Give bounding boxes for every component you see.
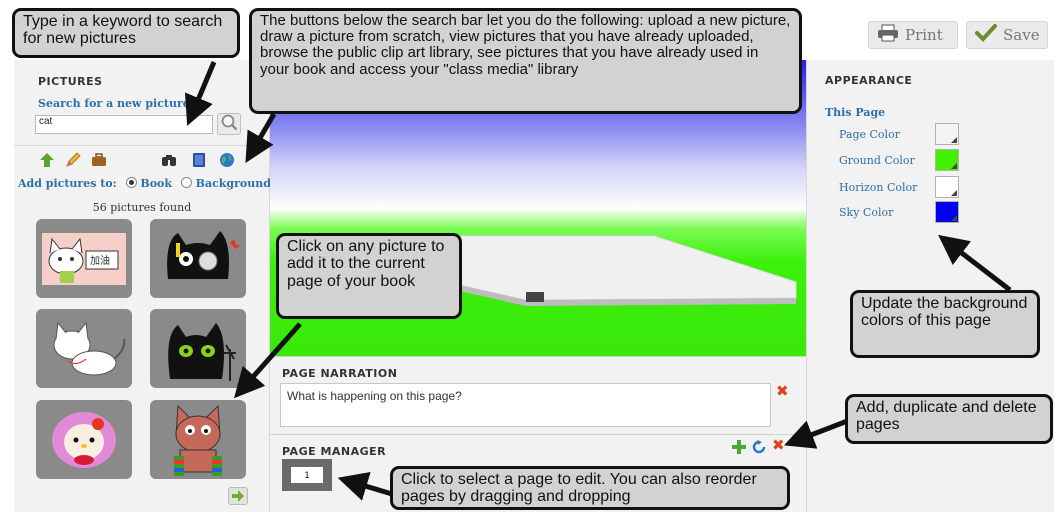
binoculars-icon[interactable] xyxy=(160,151,178,169)
print-label: Print xyxy=(905,26,943,44)
briefcase-icon[interactable] xyxy=(90,151,108,169)
appearance-title: APPEARANCE xyxy=(825,74,913,87)
pictures-title: PICTURES xyxy=(38,75,103,88)
search-button[interactable] xyxy=(217,113,241,135)
pictures-panel: PICTURES Search for a new picture cat Ad… xyxy=(14,60,271,512)
picture-thumbnail-1[interactable]: 加油 xyxy=(36,219,132,298)
click-picture-callout: Click on any picture to add it to the cu… xyxy=(276,233,462,319)
results-count: 56 pictures found xyxy=(92,201,192,214)
save-label: Save xyxy=(1003,26,1040,44)
book-icon[interactable] xyxy=(190,151,208,169)
picture-thumbnail-5[interactable] xyxy=(36,400,132,479)
page-manager-title: PAGE MANAGER xyxy=(282,445,387,458)
page-color-label: Page Color xyxy=(839,128,900,141)
horizon-color-swatch[interactable] xyxy=(935,176,959,198)
pencil-icon[interactable] xyxy=(64,151,82,169)
sky-color-swatch[interactable] xyxy=(935,201,959,223)
add-pictures-to-row: Add pictures to: Book Background xyxy=(18,177,271,190)
save-button[interactable]: Save xyxy=(966,21,1048,49)
page-thumbnail-1[interactable]: 1 xyxy=(282,459,332,491)
printer-icon xyxy=(877,24,899,46)
narration-textbox[interactable]: What is happening on this page? xyxy=(280,383,771,427)
update-colors-callout: Update the background colors of this pag… xyxy=(850,290,1040,358)
globe-icon[interactable] xyxy=(218,151,236,169)
picture-tools-row xyxy=(14,145,270,173)
print-button[interactable]: Print xyxy=(868,21,958,49)
magnifier-icon xyxy=(220,113,238,135)
sky-color-label: Sky Color xyxy=(839,206,894,219)
search-label: Search for a new picture xyxy=(38,97,190,110)
upload-arrow-icon[interactable] xyxy=(38,151,56,169)
sky-color-row: Sky Color xyxy=(839,201,1039,223)
next-page-button[interactable] xyxy=(228,487,248,505)
add-pages-callout: Add, duplicate and delete pages xyxy=(845,394,1053,444)
add-to-label: Add pictures to: xyxy=(18,177,117,190)
page-narration-title: PAGE NARRATION xyxy=(282,367,398,380)
checkmark-icon xyxy=(975,24,997,46)
book-radio[interactable] xyxy=(125,177,137,188)
background-option-label[interactable]: Background xyxy=(196,177,271,190)
add-page-icon[interactable] xyxy=(732,439,746,454)
appearance-panel: APPEARANCE This Page Page Color Ground C… xyxy=(806,60,1054,512)
this-page-label: This Page xyxy=(825,106,886,119)
picture-thumbnail-2[interactable] xyxy=(150,219,246,298)
picture-thumbnail-4[interactable] xyxy=(150,309,246,388)
picture-thumbnail-6[interactable] xyxy=(150,400,246,479)
svg-text:加油: 加油 xyxy=(90,254,110,267)
delete-page-icon[interactable]: ✖ xyxy=(772,438,785,453)
search-input[interactable]: cat xyxy=(35,115,213,134)
search-callout: Type in a keyword to search for new pict… xyxy=(12,8,240,58)
horizon-color-row: Horizon Color xyxy=(839,176,1039,198)
select-page-callout: Click to select a page to edit. You can … xyxy=(390,466,790,510)
book-option-label[interactable]: Book xyxy=(140,177,172,190)
page-number: 1 xyxy=(291,467,323,483)
ground-color-swatch[interactable] xyxy=(935,149,959,171)
horizon-color-label: Horizon Color xyxy=(839,181,918,194)
picture-thumbnail-3[interactable] xyxy=(36,309,132,388)
delete-narration-icon[interactable]: ✖ xyxy=(776,384,789,399)
ground-color-row: Ground Color xyxy=(839,149,1039,171)
right-arrow-icon xyxy=(231,487,245,506)
background-radio[interactable] xyxy=(180,177,192,188)
buttons-callout: The buttons below the search bar let you… xyxy=(249,8,802,114)
page-narration-section: PAGE NARRATION What is happening on this… xyxy=(270,356,806,434)
ground-color-label: Ground Color xyxy=(839,154,915,167)
page-color-row: Page Color xyxy=(839,123,1039,145)
duplicate-page-icon[interactable] xyxy=(752,439,766,454)
page-color-swatch[interactable] xyxy=(935,123,959,145)
